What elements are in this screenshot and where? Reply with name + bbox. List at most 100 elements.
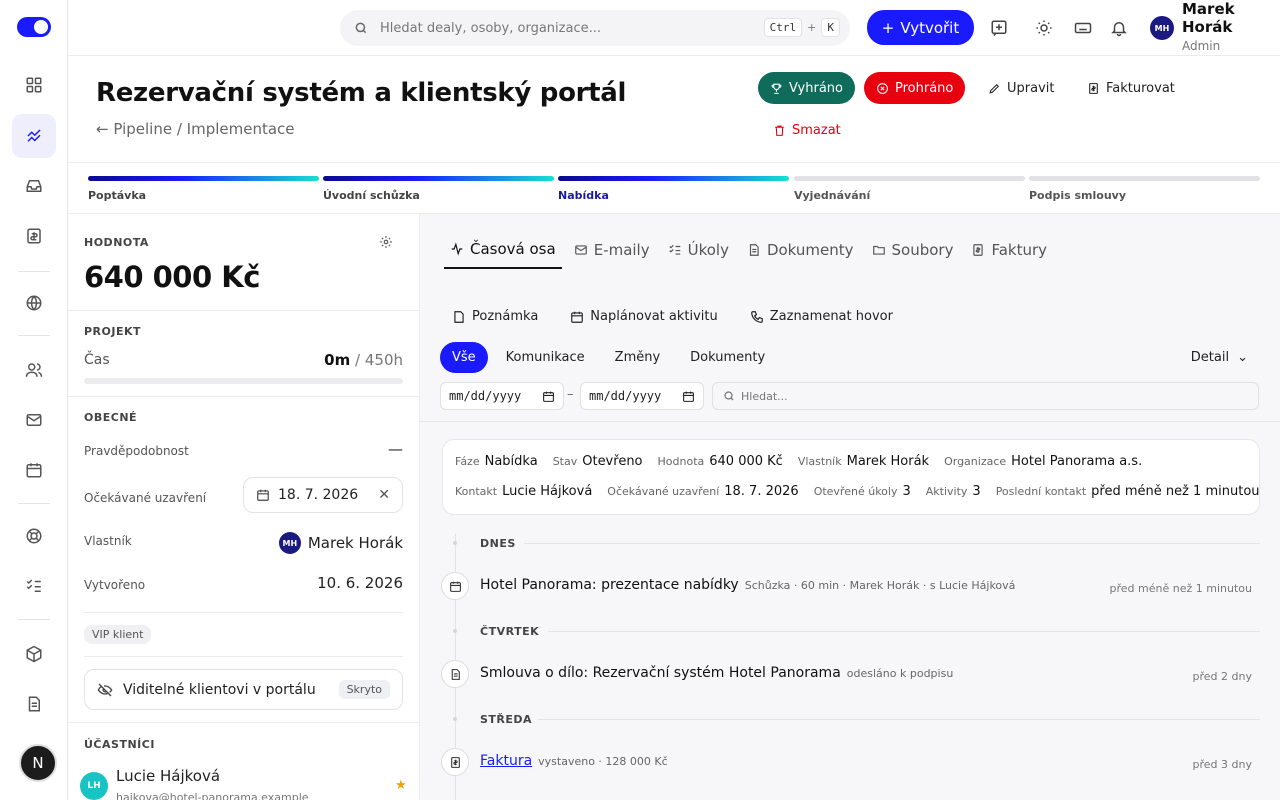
- theme-icon[interactable]: [1033, 17, 1055, 39]
- summary-key: Poslední kontakt: [995, 485, 1087, 498]
- filter-communication[interactable]: Komunikace: [494, 342, 597, 373]
- add-note-icon[interactable]: [988, 17, 1010, 39]
- products-icon[interactable]: [12, 632, 56, 676]
- owner-label: Vlastník: [84, 534, 132, 548]
- timeline-day: STŘEDA: [480, 713, 533, 726]
- keyboard-icon[interactable]: [1072, 17, 1094, 39]
- shortcut-hint: Ctrl + K: [763, 18, 840, 37]
- invoice-link[interactable]: Faktura: [480, 753, 532, 769]
- invoices-icon[interactable]: [12, 214, 56, 258]
- bell-icon[interactable]: [1108, 17, 1130, 39]
- stage-vyjednavani[interactable]: Vyjednávání: [794, 176, 1025, 202]
- documents-icon[interactable]: [12, 682, 56, 726]
- tab-files[interactable]: Soubory: [866, 238, 960, 269]
- summary-value[interactable]: Lucie Hájková: [502, 484, 592, 499]
- mail-icon[interactable]: [12, 398, 56, 442]
- kbd-ctrl: Ctrl: [763, 18, 803, 37]
- probability-value[interactable]: —: [388, 440, 403, 458]
- global-search[interactable]: Ctrl + K: [340, 10, 850, 46]
- kbd-k: K: [821, 18, 840, 37]
- dashboard-icon[interactable]: [12, 63, 56, 107]
- stage-podpis-smlouvy[interactable]: Podpis smlouvy: [1029, 176, 1260, 202]
- general-section-title: OBECNÉ: [84, 411, 138, 424]
- timeline-search[interactable]: Hledat...: [712, 382, 1259, 410]
- edit-button[interactable]: Upravit: [976, 72, 1066, 104]
- stage-label: Vyjednávání: [794, 189, 871, 202]
- tab-emails[interactable]: E-maily: [568, 238, 656, 269]
- tasks-icon: [668, 244, 680, 255]
- timeline-item[interactable]: Faktura vystaveno · 128 000 Kč: [480, 753, 668, 769]
- vip-tag[interactable]: VIP klient: [84, 625, 152, 644]
- search-input[interactable]: [380, 20, 740, 36]
- support-icon[interactable]: [12, 514, 56, 558]
- deal-summary-card: Fáze Nabídka Stav Otevřeno Hodnota 640 000 …: [442, 439, 1260, 515]
- portal-visibility-toggle[interactable]: Viditelné klientovi v portálu Skryto: [84, 669, 403, 710]
- summary-row-2: Kontakt Lucie Hájková Očekávané uzavření 1…: [455, 484, 1270, 499]
- timeline-search-placeholder: Hledat...: [741, 389, 788, 403]
- tab-bar: Časová osa E-maily Úkoly Dokumenty Soubo…: [444, 238, 1059, 269]
- breadcrumb-text[interactable]: Pipeline / Implementace: [113, 120, 294, 138]
- filter-changes[interactable]: Změny: [603, 342, 673, 373]
- filter-all[interactable]: Vše: [440, 342, 488, 373]
- summary-key: Aktivity: [925, 485, 968, 498]
- filter-documents[interactable]: Dokumenty: [678, 342, 777, 373]
- contacts-icon[interactable]: [12, 348, 56, 392]
- won-button[interactable]: Vyhráno: [758, 72, 855, 104]
- star-icon[interactable]: ★: [395, 778, 407, 793]
- date-to-input[interactable]: mm/dd/yyyy: [580, 382, 704, 410]
- deal-value: 640 000 Kč: [84, 260, 260, 294]
- tasks-icon[interactable]: [12, 564, 56, 608]
- tab-timeline[interactable]: Časová osa: [444, 238, 562, 269]
- globe-icon[interactable]: [12, 281, 56, 325]
- detail-dropdown[interactable]: Detail ⌄: [1191, 350, 1248, 365]
- tab-documents[interactable]: Dokumenty: [741, 238, 860, 269]
- timeline-item[interactable]: Hotel Panorama: prezentace nabídky Schůzk…: [480, 577, 1015, 593]
- invoice-label: Fakturovat: [1106, 80, 1175, 96]
- rail-divider: [18, 335, 50, 336]
- add-note-button[interactable]: Poznámka: [452, 309, 538, 324]
- sidebar-toggle[interactable]: [17, 17, 51, 37]
- time-value: 0m / 450h: [324, 351, 403, 369]
- stage-label: Podpis smlouvy: [1029, 189, 1127, 202]
- user-name[interactable]: Marek Horák: [1182, 0, 1252, 36]
- stage-bar: [794, 176, 1025, 181]
- date-from-input[interactable]: mm/dd/yyyy: [440, 382, 564, 410]
- tab-tasks[interactable]: Úkoly: [662, 238, 735, 269]
- participant-email[interactable]: hajkova@hotel-panorama.example: [116, 791, 309, 800]
- clear-icon[interactable]: ✕: [378, 487, 390, 503]
- schedule-activity-button[interactable]: Naplánovat aktivitu: [570, 309, 718, 324]
- inbox-icon[interactable]: [12, 164, 56, 208]
- tab-label: Soubory: [891, 241, 954, 259]
- user-avatar[interactable]: MH: [1150, 16, 1174, 40]
- summary-row-1: Fáze Nabídka Stav Otevřeno Hodnota 640 000 …: [455, 454, 1152, 469]
- stage-nabidka[interactable]: Nabídka: [558, 176, 789, 202]
- timeline-item-title[interactable]: Hotel Panorama: prezentace nabídky: [480, 577, 739, 593]
- summary-key: Hodnota: [657, 455, 705, 468]
- stage-uvodni-schuzka[interactable]: Úvodní schůzka: [323, 176, 554, 202]
- schedule-activity-label: Naplánovat aktivitu: [590, 309, 718, 324]
- create-button[interactable]: + Vytvořit: [867, 10, 974, 45]
- breadcrumb[interactable]: ← Pipeline / Implementace: [96, 120, 295, 138]
- owner-value[interactable]: MH Marek Horák: [278, 532, 403, 554]
- log-call-button[interactable]: Zaznamenat hovor: [750, 309, 893, 324]
- gear-icon[interactable]: [379, 234, 395, 250]
- timeline-item-title[interactable]: Smlouva o dílo: Rezervační systém Hotel …: [480, 665, 841, 681]
- stage-poptavka[interactable]: Poptávka: [88, 176, 319, 202]
- calendar-icon[interactable]: [12, 448, 56, 492]
- top-bar: Ctrl + K + Vytvořit MH Marek Horák Admin: [68, 0, 1280, 56]
- expected-close-field[interactable]: 18. 7. 2026 ✕: [243, 477, 403, 513]
- add-note-label: Poznámka: [472, 309, 539, 324]
- invoice-icon: [441, 748, 469, 776]
- delete-button[interactable]: Smazat: [761, 114, 853, 146]
- lost-button[interactable]: Prohráno: [864, 72, 966, 104]
- tab-invoices[interactable]: Faktury: [965, 238, 1053, 269]
- deals-icon[interactable]: [12, 114, 56, 158]
- invoice-button[interactable]: Fakturovat: [1075, 72, 1187, 104]
- divider: [68, 310, 419, 311]
- summary-value[interactable]: Hotel Panorama a.s.: [1011, 454, 1142, 469]
- participant-name[interactable]: Lucie Hájková: [116, 767, 220, 785]
- timeline-item[interactable]: Smlouva o dílo: Rezervační systém Hotel …: [480, 665, 953, 681]
- date-to-placeholder: mm/dd/yyyy: [589, 389, 662, 403]
- tab-label: Dokumenty: [766, 241, 854, 259]
- app-avatar[interactable]: N: [19, 744, 57, 782]
